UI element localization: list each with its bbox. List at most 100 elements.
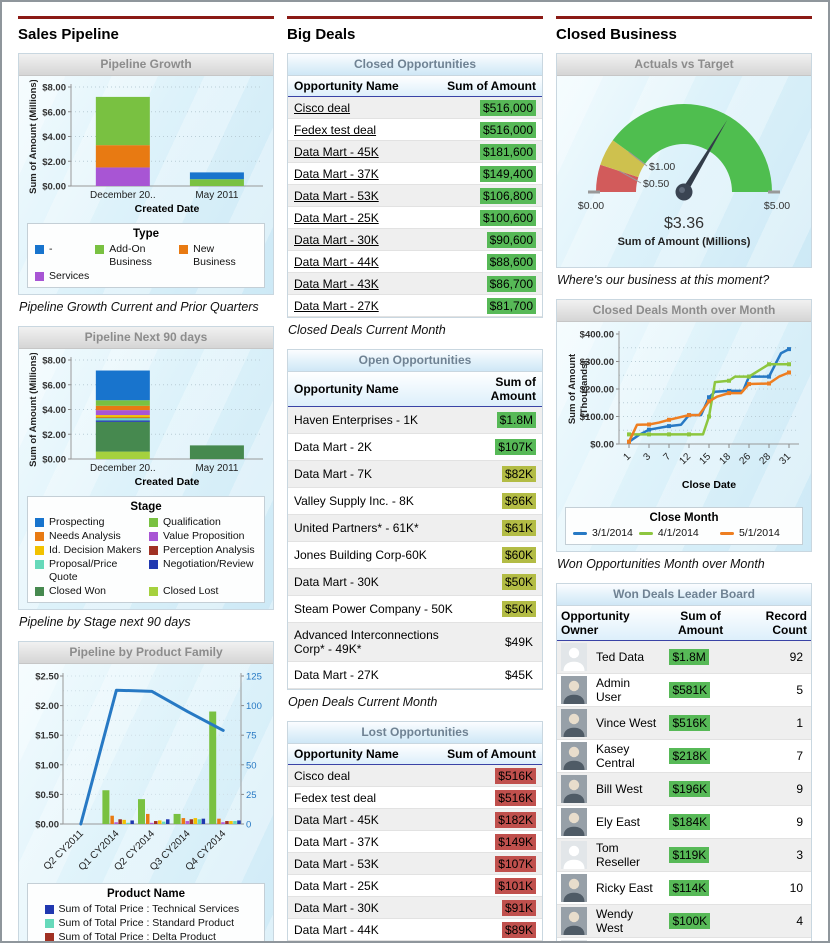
- lost-opportunities-table: Lost Opportunities Opportunity Name Sum …: [287, 721, 543, 943]
- opportunity-name-cell: Valley Supply Inc. - 8K: [288, 488, 478, 515]
- amount-cell: $107K: [478, 434, 542, 461]
- opportunity-link[interactable]: Data Mart - 45K: [294, 145, 379, 159]
- opportunity-link[interactable]: Data Mart - 43K: [294, 277, 379, 291]
- legend-label: Negotiation/Review: [163, 558, 253, 571]
- svg-text:$0.00: $0.00: [42, 182, 66, 193]
- svg-text:$2.00: $2.00: [42, 157, 66, 168]
- svg-text:Sum of Amount: Sum of Amount: [567, 353, 578, 424]
- amount-cell: $49K: [478, 623, 542, 662]
- svg-text:7: 7: [661, 451, 673, 463]
- legend-item: -: [35, 243, 89, 269]
- amount-cell: $516,000: [424, 119, 542, 141]
- opportunity-name-cell: Cisco deal: [288, 97, 424, 119]
- gauge-plot: $0.50$1.00$0.00$5.00$3.36: [563, 80, 805, 230]
- record-count-cell: 5: [740, 674, 811, 707]
- amount-cell: $581K: [661, 674, 739, 707]
- closed-deals-mom-legend: Close Month 3/1/20144/1/20145/1/2014: [565, 507, 803, 545]
- legend-item: Sum of Total Price : Technical Services: [45, 903, 248, 916]
- svg-text:December 20..: December 20..: [90, 190, 156, 201]
- amount-value: $101K: [495, 878, 536, 894]
- record-count-cell: 4: [740, 905, 811, 938]
- legend-item: 5/1/2014: [720, 527, 795, 540]
- closed-opportunities-table: Closed Opportunities Opportunity Name Su…: [287, 53, 543, 318]
- legend-color-swatch: [45, 905, 54, 914]
- amount-value: $218K: [669, 748, 710, 764]
- column-header-record-count: Record Count: [740, 606, 811, 641]
- amount-value: $182K: [495, 812, 536, 828]
- legend-label: Sum of Total Price : Technical Services: [59, 903, 240, 916]
- open-opportunities-title: Open Opportunities: [288, 350, 542, 372]
- legend-item: Prospecting: [35, 516, 143, 529]
- amount-cell: $60K: [478, 542, 542, 569]
- pipeline-next90-chart[interactable]: $0.00$2.00$4.00$6.00$8.00Sum of Amount (…: [19, 349, 273, 609]
- avatar: [561, 775, 587, 803]
- won-deals-leaderboard-table: Won Deals Leader Board Opportunity Owner…: [556, 583, 812, 943]
- table-row: Data Mart - 37K$149K: [288, 831, 542, 853]
- owner-cell: Ted Data: [557, 641, 661, 674]
- opportunity-name-cell: Fedex test deal: [288, 787, 424, 809]
- pipeline-growth-chart[interactable]: $0.00$2.00$4.00$6.00$8.00Sum of Amount (…: [19, 76, 273, 294]
- legend-color-swatch: [35, 245, 44, 254]
- opportunity-link[interactable]: Data Mart - 37K: [294, 167, 379, 181]
- svg-text:$400.00: $400.00: [580, 330, 614, 341]
- legend-label: Perception Analysis: [163, 544, 255, 557]
- product-family-chart[interactable]: $0.00$0.50$1.00$1.50$2.00$2.500255075100…: [19, 664, 273, 943]
- avatar-icon: [561, 907, 587, 935]
- opportunity-name-cell: United Partners* - 61K*: [288, 515, 478, 542]
- avatar: [561, 676, 587, 704]
- opportunity-link[interactable]: Cisco deal: [294, 101, 350, 115]
- legend-color-swatch: [149, 518, 158, 527]
- svg-text:25: 25: [246, 790, 257, 801]
- legend-label: 3/1/2014: [592, 527, 633, 540]
- column-closed-business: Closed Business Actuals vs Target $0.50$…: [556, 16, 812, 931]
- amount-value: $61K: [502, 520, 536, 536]
- closed-deals-mom-chart[interactable]: $0.00$100.00$200.00$300.00$400.001371215…: [557, 322, 811, 551]
- amount-cell: $149K: [424, 831, 542, 853]
- amount-cell: $119K: [661, 839, 739, 872]
- opportunity-name-cell: Data Mart - 44K: [288, 251, 424, 273]
- legend-color-swatch: [35, 532, 44, 541]
- table-row: Data Mart - 44K$89K: [288, 919, 542, 941]
- amount-value: $184K: [669, 814, 710, 830]
- table-row: Data Mart - 30K $90,600: [288, 229, 542, 251]
- opportunity-name-cell: Data Mart - 27K: [288, 662, 478, 689]
- pipeline-growth-tile: Pipeline Growth $0.00$2.00$4.00$6.00$8.0…: [18, 53, 274, 295]
- open-opportunities-caption: Open Deals Current Month: [288, 695, 542, 709]
- opportunity-link[interactable]: Data Mart - 27K: [294, 299, 379, 313]
- amount-cell: $82K: [478, 461, 542, 488]
- table-row: Data Mart - 27K$81,700: [288, 295, 542, 317]
- table-row: Cisco deal$516K: [288, 765, 542, 787]
- opportunity-link[interactable]: Data Mart - 53K: [294, 189, 379, 203]
- column-title-big-deals: Big Deals: [287, 26, 543, 43]
- amount-value: $89K: [502, 922, 536, 938]
- amount-cell: $101K: [424, 875, 542, 897]
- legend-label: Add-On Business: [109, 243, 173, 269]
- owner-name: Ted Data: [596, 650, 644, 664]
- opportunity-link[interactable]: Data Mart - 44K: [294, 255, 379, 269]
- amount-value: $149K: [495, 834, 536, 850]
- opportunity-link[interactable]: Data Mart - 30K: [294, 233, 379, 247]
- avatar-icon: [561, 841, 587, 869]
- amount-value: $90,600: [487, 232, 536, 248]
- svg-text:1: 1: [621, 451, 633, 463]
- owner-cell: Admin User: [557, 674, 661, 707]
- table-row: Haven Enterprises - 1K$1.8M: [288, 407, 542, 434]
- actuals-vs-target-gauge[interactable]: $0.50$1.00$0.00$5.00$3.36 Sum of Amount …: [557, 76, 811, 267]
- column-header-sum-of-amount: Sum of Amount: [478, 372, 542, 407]
- avatar-icon: [561, 874, 587, 902]
- open-opportunities-table: Open Opportunities Opportunity Name Sum …: [287, 349, 543, 690]
- svg-text:12: 12: [677, 451, 693, 467]
- owner-name: Ely East: [596, 815, 640, 829]
- leaderboard-row: Ely East$184K9: [557, 806, 811, 839]
- amount-cell: $114K: [661, 872, 739, 905]
- legend-label: Proposal/Price Quote: [49, 558, 143, 584]
- table-row: Data Mart - 53K$107K: [288, 853, 542, 875]
- opportunity-link[interactable]: Data Mart - 25K: [294, 211, 379, 225]
- opportunity-link[interactable]: Fedex test deal: [294, 123, 376, 137]
- svg-text:75: 75: [246, 731, 257, 742]
- amount-value: $60K: [502, 547, 536, 563]
- product-family-title: Pipeline by Product Family: [19, 642, 273, 664]
- legend-item: Negotiation/Review: [149, 558, 257, 584]
- svg-text:$1.50: $1.50: [35, 731, 59, 742]
- table-row: United Partners* - 61K* $61K: [288, 515, 542, 542]
